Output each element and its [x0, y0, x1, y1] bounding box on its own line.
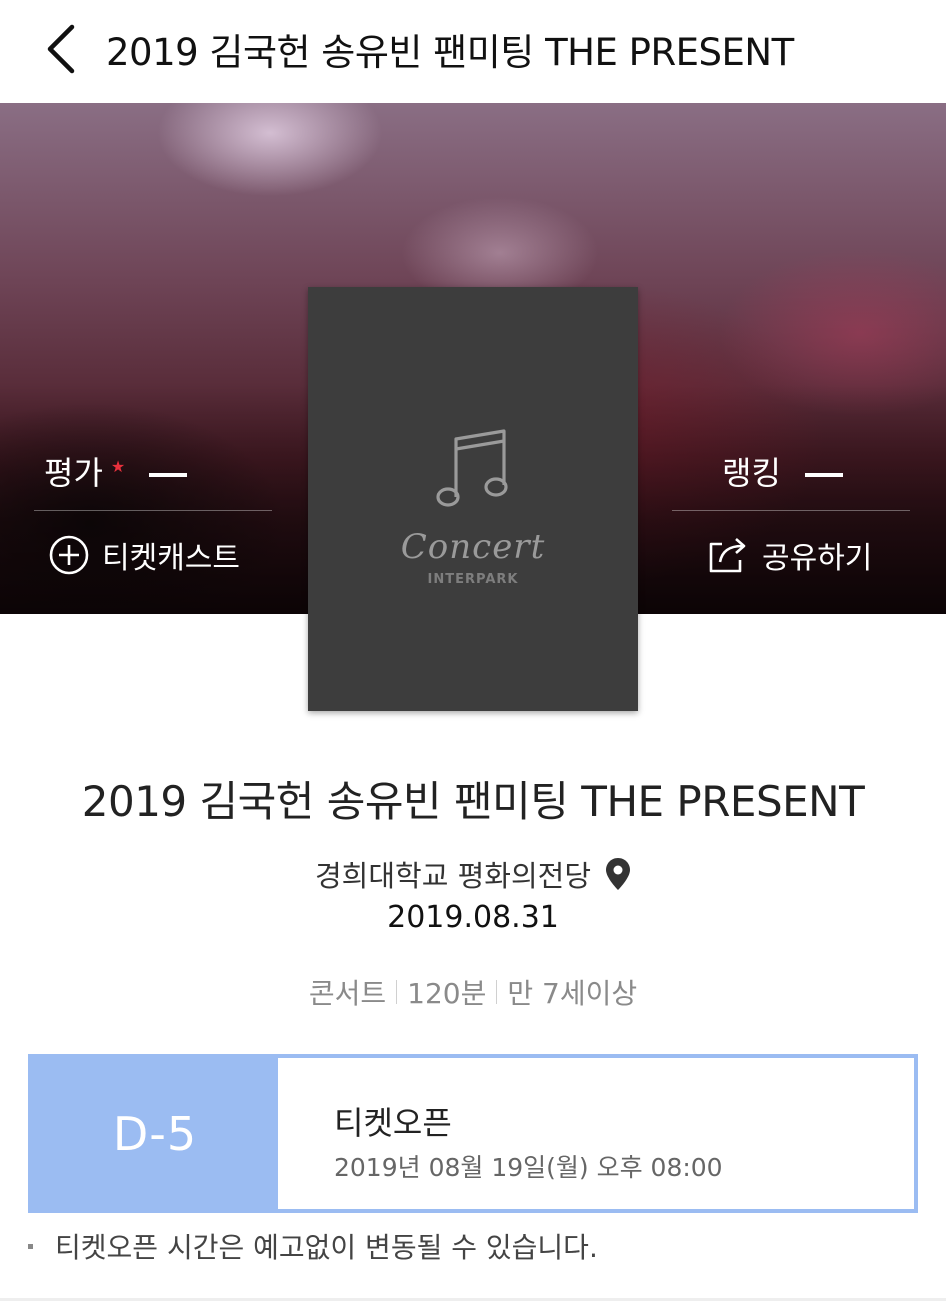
top-bar: 2019 김국헌 송유빈 팬미팅 THE PRESENT: [0, 0, 946, 103]
venue-name: 경희대학교 평화의전당: [314, 859, 592, 893]
ranking-label: 랭킹: [722, 454, 781, 492]
venue-row[interactable]: 경희대학교 평화의전당: [0, 853, 946, 895]
meta-separator: [496, 980, 498, 1004]
notice-text: 티켓오픈 시간은 예고없이 변동될 수 있습니다.: [55, 1231, 598, 1264]
poster-word: Concert: [400, 527, 546, 567]
notice: 티켓오픈 시간은 예고없이 변동될 수 있습니다.: [28, 1226, 598, 1266]
share-icon: [708, 536, 750, 574]
bullet: [28, 1243, 33, 1249]
music-note-icon: [436, 429, 508, 507]
rating-value-dash: [149, 473, 188, 477]
chevron-left-icon: [47, 24, 75, 74]
plus-circle-icon: [48, 534, 90, 576]
rating-block: 평가 ★: [44, 448, 188, 494]
ranking-block: 랭킹: [722, 448, 843, 494]
event-title: 2019 김국헌 송유빈 팬미팅 THE PRESENT: [81, 777, 865, 826]
map-pin-icon[interactable]: [605, 857, 631, 891]
ticketcast-label: 티켓캐스트: [102, 541, 240, 576]
divider-right: [672, 510, 910, 511]
ticket-open-time: 2019년 08월 19일(월) 오후 08:00: [334, 1153, 723, 1182]
share-label: 공유하기: [762, 541, 873, 576]
event-duration: 120분: [407, 977, 487, 1010]
event-genre: 콘서트: [308, 977, 387, 1010]
star-icon: ★: [110, 457, 126, 477]
event-meta: 콘서트 120분 만 7세이상: [0, 972, 946, 1012]
back-button[interactable]: [30, 14, 90, 84]
page-title: 2019 김국헌 송유빈 팬미팅 THE PRESENT: [106, 31, 794, 74]
meta-separator: [396, 980, 398, 1004]
event-date: 2019.08.31: [387, 900, 559, 935]
dday-badge: D-5: [32, 1058, 278, 1209]
ranking-value-dash: [804, 473, 843, 477]
ticket-open-label: 티켓오픈: [334, 1104, 452, 1142]
ticketcast-button[interactable]: 티켓캐스트: [48, 533, 240, 577]
divider-left: [34, 510, 272, 511]
poster-brand: INTERPARK: [427, 572, 519, 587]
rating-label: 평가: [44, 454, 103, 492]
share-button[interactable]: 공유하기: [708, 533, 872, 577]
event-poster[interactable]: Concert INTERPARK: [308, 287, 638, 711]
ticket-open-box: D-5 티켓오픈 2019년 08월 19일(월) 오후 08:00: [28, 1054, 918, 1213]
event-age: 만 7세이상: [507, 977, 638, 1010]
